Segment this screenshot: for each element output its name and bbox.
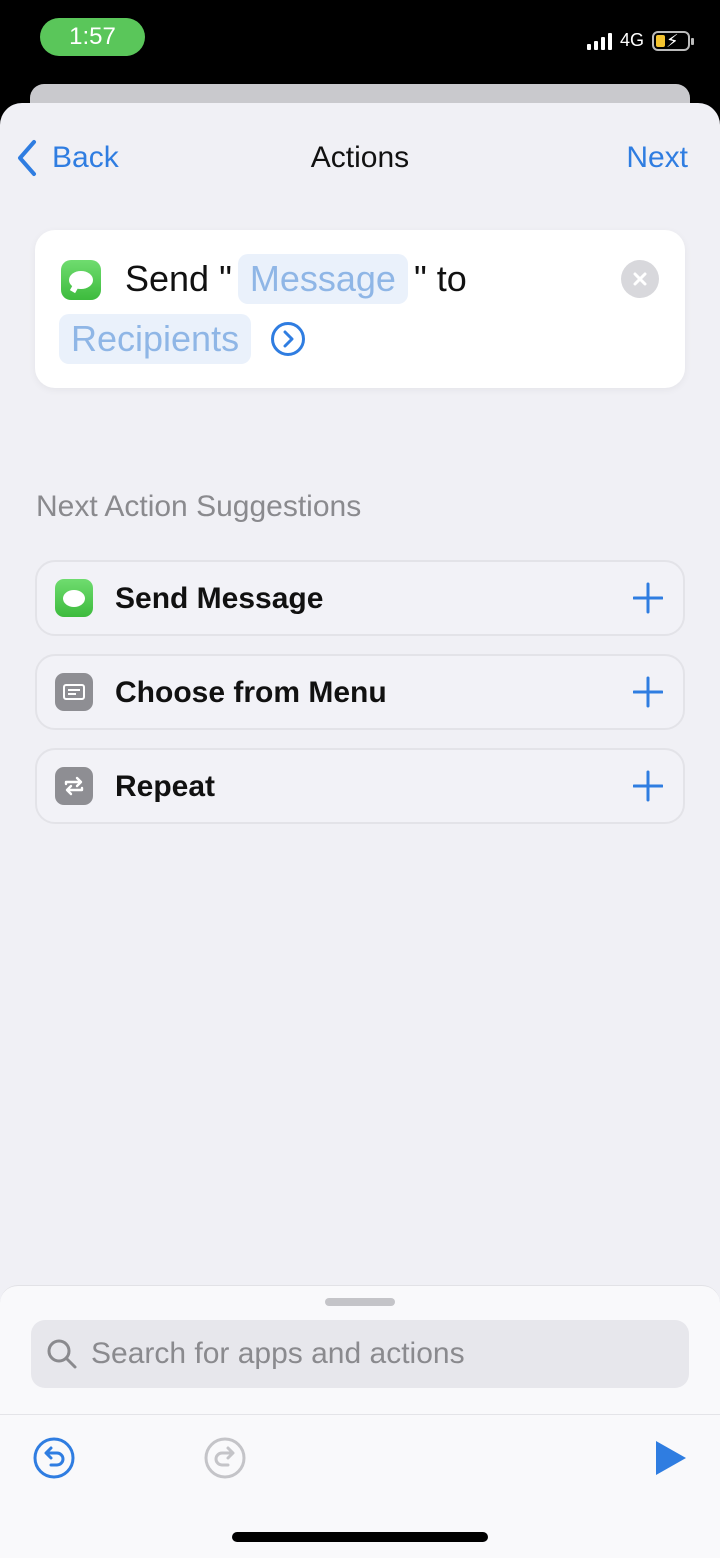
menu-icon xyxy=(55,673,93,711)
panel-grabber-handle[interactable] xyxy=(325,1298,395,1306)
action-text-line-2: Recipients xyxy=(59,314,306,364)
add-icon[interactable] xyxy=(633,670,663,714)
battery-charging-icon: ⚡ xyxy=(652,30,694,51)
play-icon[interactable] xyxy=(650,1436,690,1480)
search-icon xyxy=(47,1339,77,1369)
action-text-line-1: Send " Message " to xyxy=(125,254,467,304)
suggestions-heading: Next Action Suggestions xyxy=(36,490,362,523)
home-indicator[interactable] xyxy=(232,1532,488,1542)
messages-icon xyxy=(61,260,101,300)
add-icon[interactable] xyxy=(633,576,663,620)
status-time[interactable]: 1:57 xyxy=(40,18,145,56)
message-parameter[interactable]: Message xyxy=(237,254,408,304)
remove-action-button[interactable] xyxy=(621,260,659,298)
network-type: 4G xyxy=(619,30,644,50)
add-icon[interactable] xyxy=(633,764,663,808)
suggestion-label: Choose from Menu xyxy=(115,676,387,709)
toolbar-divider xyxy=(0,1414,720,1415)
action-search-panel xyxy=(0,1285,720,1558)
redo-icon[interactable] xyxy=(203,1436,247,1480)
search-bar[interactable] xyxy=(31,1320,689,1388)
repeat-icon xyxy=(55,767,93,805)
action-text-to: " to xyxy=(413,258,467,299)
status-indicators: 4G ⚡ xyxy=(586,30,694,51)
undo-icon[interactable] xyxy=(32,1436,76,1480)
page-title: Actions xyxy=(310,141,410,174)
send-message-action-card[interactable]: Send " Message " to Recipients xyxy=(35,230,685,388)
next-button[interactable]: Next xyxy=(626,141,688,175)
suggestion-choose-from-menu[interactable]: Choose from Menu xyxy=(35,654,685,730)
action-text-send: Send " xyxy=(125,258,232,299)
suggestion-label: Repeat xyxy=(115,770,216,803)
screen: 1:57 4G ⚡ Back Actions Next Send " Messa… xyxy=(0,0,720,1558)
cellular-signal-icon xyxy=(586,32,612,50)
suggestion-send-message[interactable]: Send Message xyxy=(35,560,685,636)
expand-options-button[interactable] xyxy=(271,322,306,356)
navigation-bar: Back Actions Next xyxy=(0,133,720,183)
recipients-parameter[interactable]: Recipients xyxy=(59,314,252,364)
search-input[interactable] xyxy=(89,1336,653,1372)
suggestion-label: Send Message xyxy=(115,582,324,615)
close-icon xyxy=(633,272,647,286)
chevron-right-icon xyxy=(283,330,294,348)
suggestion-repeat[interactable]: Repeat xyxy=(35,748,685,824)
messages-icon xyxy=(55,579,93,617)
